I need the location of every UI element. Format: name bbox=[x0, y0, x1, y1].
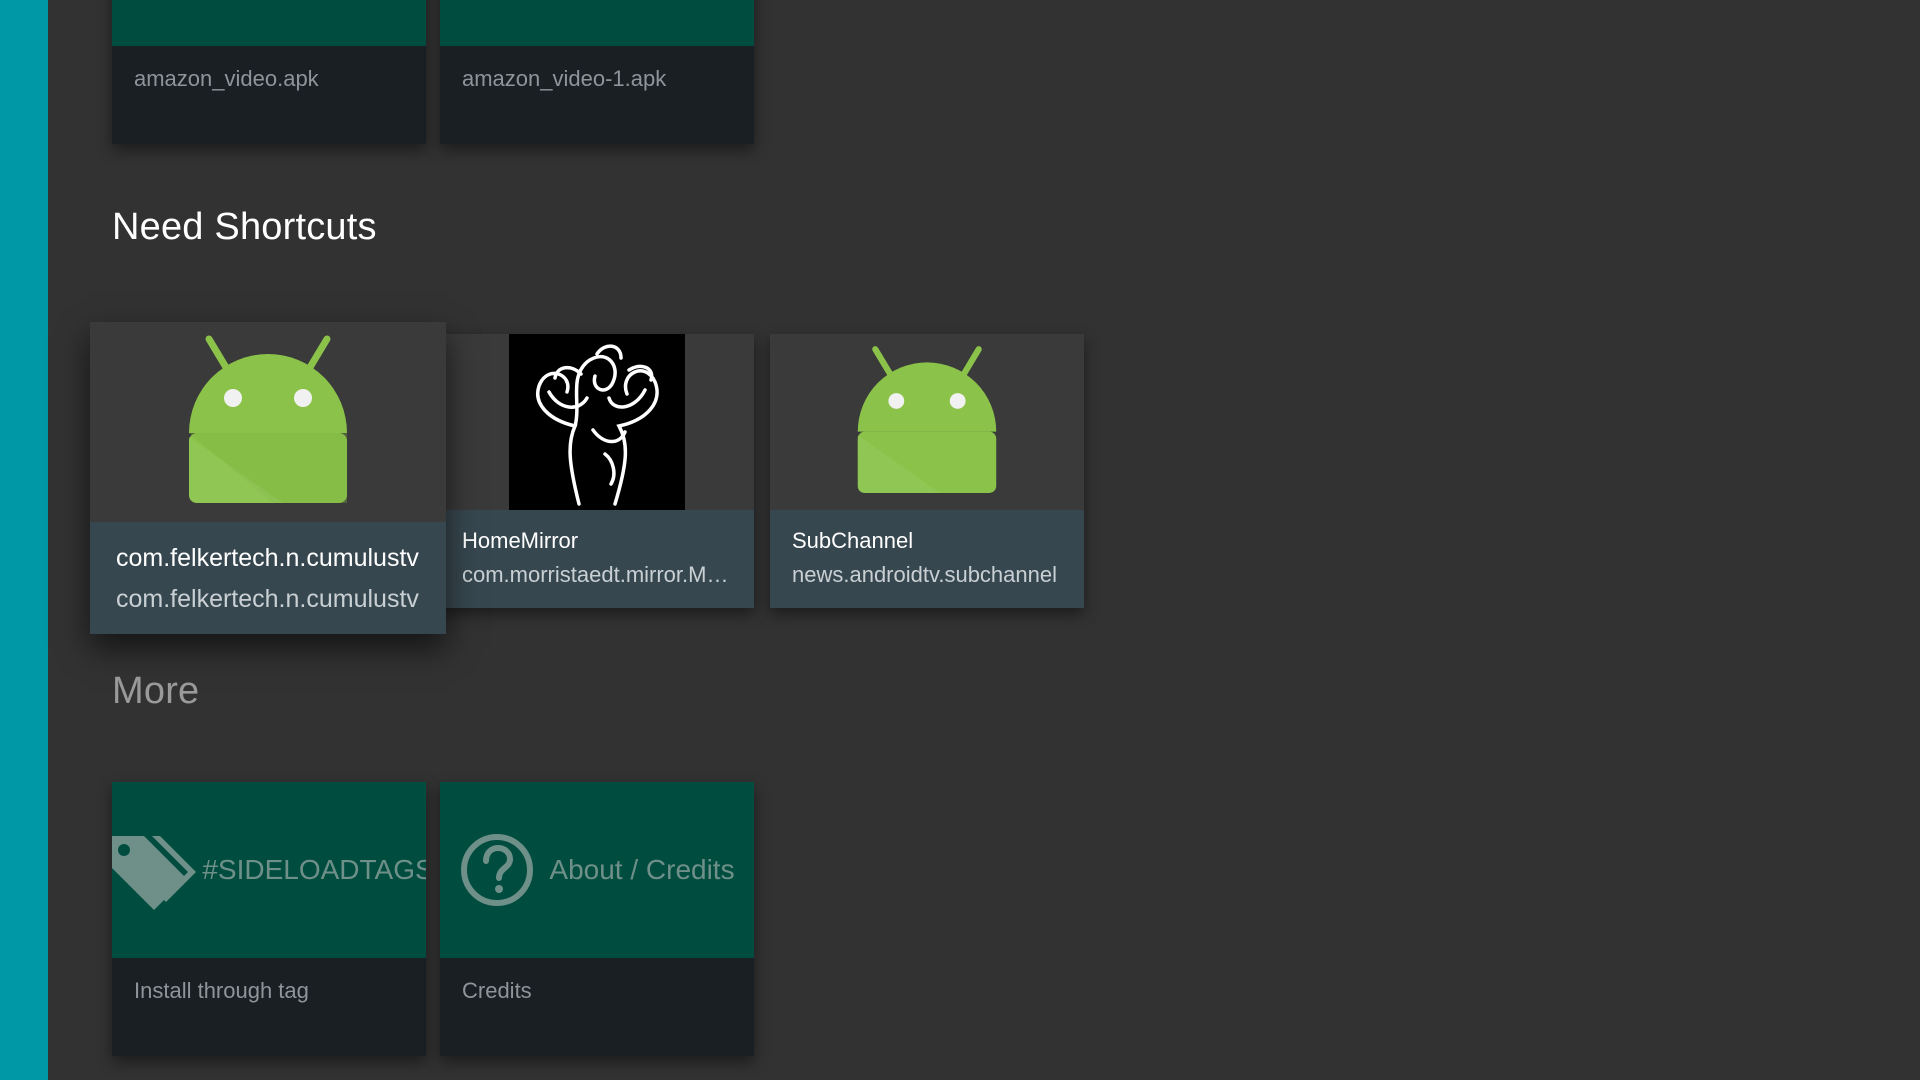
apk-card-amazon-video[interactable]: amazon_video.apk bbox=[112, 0, 426, 144]
shortcut-title: SubChannel bbox=[792, 528, 914, 553]
shortcut-subtitle: com.morristaedt.mirror.MirrorActivity bbox=[462, 562, 732, 587]
shortcut-title: HomeMirror bbox=[462, 528, 579, 553]
apk-card-info: amazon_video-1.apk bbox=[440, 46, 754, 144]
more-card-info: Credits bbox=[440, 958, 754, 1056]
apk-card-info: amazon_video.apk bbox=[112, 46, 426, 144]
side-rail[interactable] bbox=[0, 0, 48, 1080]
apk-card-image bbox=[440, 0, 754, 46]
apk-filename: amazon_video-1.apk bbox=[462, 66, 667, 91]
help-circle-icon bbox=[461, 834, 534, 906]
section-title-more: More bbox=[112, 670, 200, 712]
more-description: Credits bbox=[462, 978, 532, 1003]
leanback-browse-page: amazon_video.apk amazon_video-1.apk Need… bbox=[0, 0, 1920, 1080]
shortcut-card-info: HomeMirror com.morristaedt.mirror.Mirror… bbox=[440, 510, 754, 608]
more-card-info: Install through tag bbox=[112, 958, 426, 1056]
shortcut-card-image bbox=[90, 322, 446, 522]
more-card-image: About / Credits bbox=[440, 782, 754, 958]
more-description: Install through tag bbox=[134, 978, 309, 1003]
shortcut-subtitle: com.felkertech.n.cumulustv bbox=[116, 585, 419, 613]
shortcut-subtitle: news.androidtv.subchannel bbox=[792, 562, 1057, 587]
homemirror-icon bbox=[509, 334, 685, 510]
shortcut-card-image bbox=[770, 334, 1084, 510]
more-tile-label: About / Credits bbox=[549, 854, 735, 885]
shortcut-card-info: com.felkertech.n.cumulustv com.felkertec… bbox=[90, 522, 446, 634]
shortcut-title: com.felkertech.n.cumulustv bbox=[116, 544, 419, 572]
shortcut-card-cumulustv[interactable]: com.felkertech.n.cumulustv com.felkertec… bbox=[90, 322, 446, 634]
tag-icon bbox=[112, 836, 197, 910]
apk-card-amazon-video-1[interactable]: amazon_video-1.apk bbox=[440, 0, 754, 144]
shortcut-card-subchannel[interactable]: SubChannel news.androidtv.subchannel bbox=[770, 334, 1084, 608]
shortcut-card-image bbox=[440, 334, 754, 510]
apk-filename: amazon_video.apk bbox=[134, 66, 319, 91]
more-card-image: #SIDELOADTAGS bbox=[112, 782, 426, 958]
section-title-need-shortcuts: Need Shortcuts bbox=[112, 206, 377, 248]
shortcut-card-homemirror[interactable]: HomeMirror com.morristaedt.mirror.Mirror… bbox=[440, 334, 754, 608]
shortcut-card-info: SubChannel news.androidtv.subchannel bbox=[770, 510, 1084, 608]
more-tile-label: #SIDELOADTAGS bbox=[202, 854, 426, 885]
more-card-about-credits[interactable]: About / Credits Credits bbox=[440, 782, 754, 1056]
more-card-sideloadtags[interactable]: #SIDELOADTAGS Install through tag bbox=[112, 782, 426, 1056]
android-robot-icon bbox=[857, 346, 997, 493]
apk-card-image bbox=[112, 0, 426, 46]
android-robot-icon bbox=[189, 335, 347, 503]
